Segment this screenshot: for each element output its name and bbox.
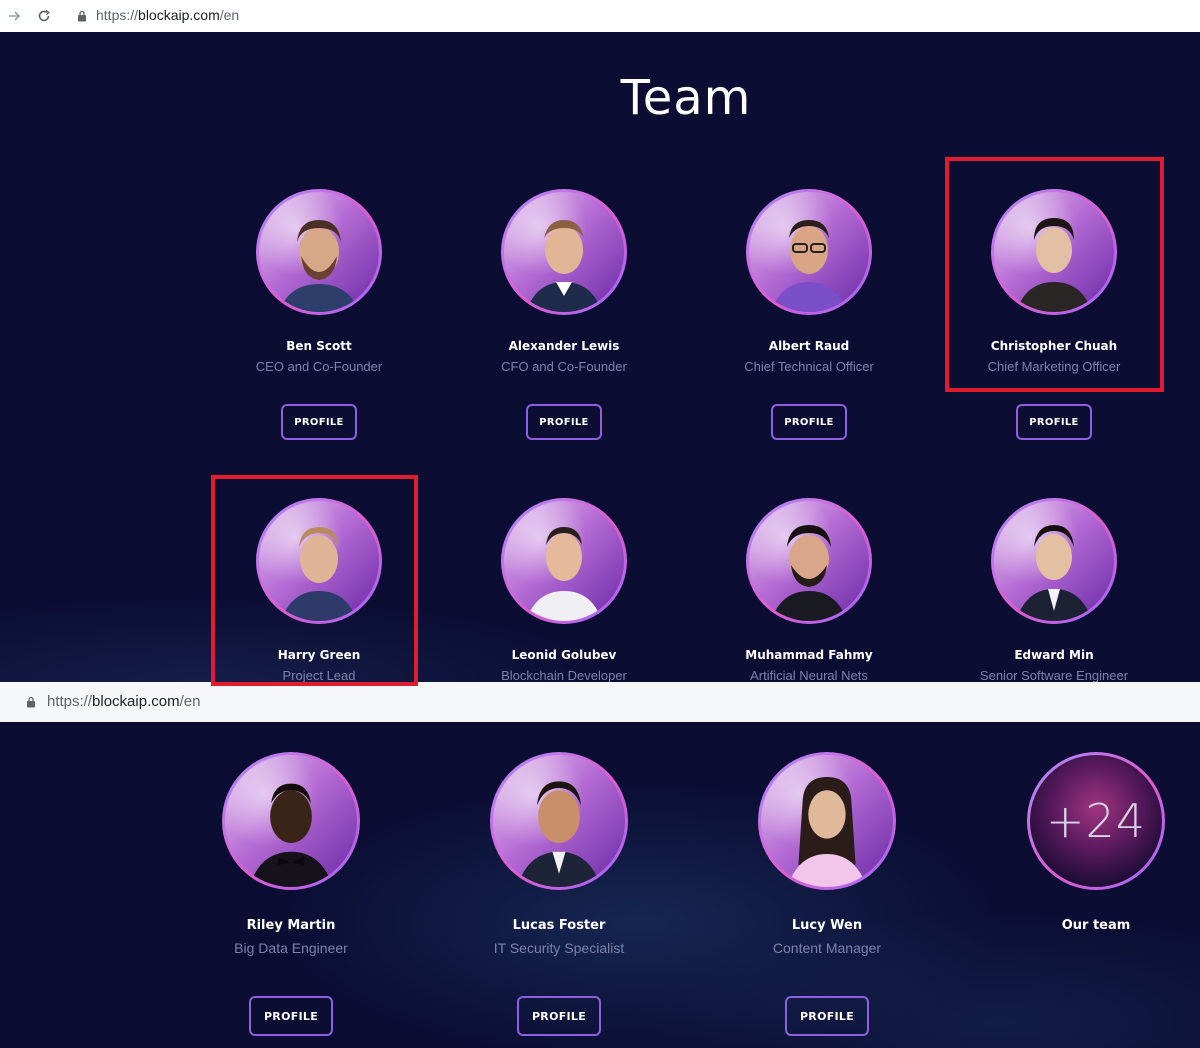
profile-button[interactable]: PROFILE [771,404,847,440]
avatar[interactable] [256,189,382,315]
url-text[interactable]: https://blockaip.com/en [47,693,200,710]
profile-button[interactable]: PROFILE [1016,404,1092,440]
team-member-card: Leonid Golubev Blockchain Developer [464,498,664,682]
team-member-card: Alexander Lewis CFO and Co-Founder PROFI… [464,189,664,440]
reload-icon[interactable] [36,8,52,24]
member-name: Lucy Wen [791,918,863,933]
more-team-avatar[interactable]: +24 [1027,752,1165,890]
member-role: CFO and Co-Founder [501,359,627,374]
avatar[interactable] [490,752,628,890]
member-role: IT Security Specialist [493,940,625,956]
forward-arrow-icon[interactable] [6,8,22,24]
team-section-top: Team Ben Scott CEO and Co-Founder PROFIL… [0,32,1200,682]
avatar[interactable] [746,189,872,315]
member-role: Artificial Neural Nets [750,668,868,682]
member-name: Christopher Chuah [990,339,1118,353]
member-role: Big Data Engineer [234,940,348,956]
member-name: Ben Scott [286,339,352,353]
url-text[interactable]: https://blockaip.com/en [96,7,239,23]
member-role: Senior Software Engineer [979,668,1129,682]
team-member-card: Edward Min Senior Software Engineer [954,498,1154,682]
member-role: Blockchain Developer [501,668,627,682]
avatar[interactable] [991,498,1117,624]
team-section-bottom: Riley Martin Big Data Engineer PROFILE L… [0,722,1200,1048]
avatar[interactable] [991,189,1117,315]
team-member-card: Christopher Chuah Chief Marketing Office… [954,189,1154,440]
browser-address-bar: https://blockaip.com/en [0,682,1200,722]
profile-button[interactable]: PROFILE [526,404,602,440]
avatar[interactable] [758,752,896,890]
profile-button[interactable]: PROFILE [517,996,601,1036]
member-role: Chief Marketing Officer [987,359,1121,374]
page-title: Team [620,70,752,126]
member-role: Content Manager [772,940,882,956]
our-team-link[interactable]: Our team [1062,918,1131,933]
team-member-card: Muhammad Fahmy Artificial Neural Nets [709,498,909,682]
team-member-card: Lucy Wen Content Manager PROFILE [717,752,937,1036]
member-name: Edward Min [1014,648,1094,662]
team-member-card: Harry Green Project Lead [219,498,419,682]
team-member-card: Albert Raud Chief Technical Officer PROF… [709,189,909,440]
team-member-card: Lucas Foster IT Security Specialist PROF… [449,752,669,1036]
member-role: CEO and Co-Founder [255,359,383,374]
lock-icon [26,696,36,708]
member-name: Riley Martin [246,918,336,933]
avatar[interactable] [222,752,360,890]
browser-address-bar: https://blockaip.com/en [0,0,1200,32]
profile-button[interactable]: PROFILE [249,996,333,1036]
avatar[interactable] [501,498,627,624]
team-member-card: Ben Scott CEO and Co-Founder PROFILE [219,189,419,440]
member-name: Alexander Lewis [508,339,620,353]
lock-icon [77,10,87,22]
member-name: Leonid Golubev [511,648,617,662]
avatar[interactable] [501,189,627,315]
profile-button[interactable]: PROFILE [281,404,357,440]
profile-button[interactable]: PROFILE [785,996,869,1036]
more-team-card[interactable]: +24 Our team [986,752,1200,933]
member-role: Project Lead [282,668,356,682]
avatar[interactable] [256,498,382,624]
member-name: Harry Green [277,648,361,662]
member-name: Lucas Foster [512,918,606,933]
member-name: Albert Raud [768,339,850,353]
team-member-card: Riley Martin Big Data Engineer PROFILE [181,752,401,1036]
avatar[interactable] [746,498,872,624]
member-name: Muhammad Fahmy [745,648,873,662]
team-count-label: +24 [1045,794,1147,848]
member-role: Chief Technical Officer [744,359,874,374]
